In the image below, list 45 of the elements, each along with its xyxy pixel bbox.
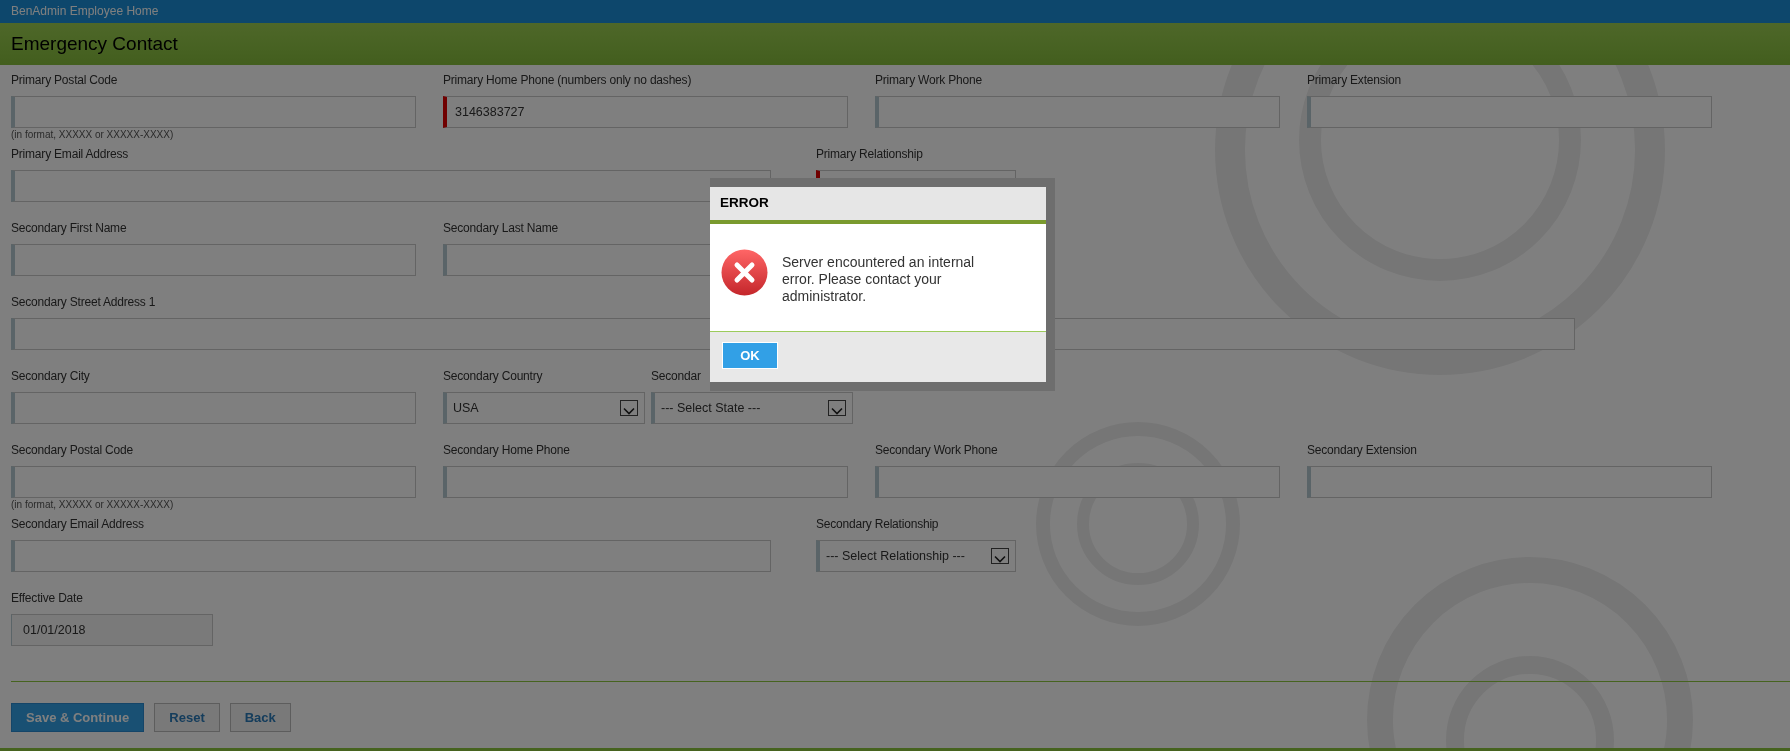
field-label: Primary Home Phone (numbers only no dashes) bbox=[443, 72, 692, 89]
ok-button[interactable]: OK bbox=[722, 342, 778, 369]
input-field[interactable] bbox=[1307, 466, 1712, 498]
error-icon bbox=[721, 249, 768, 296]
field-label: Primary Extension bbox=[1307, 72, 1401, 89]
field-label: Secondary Home Phone bbox=[443, 442, 570, 459]
field-label: Primary Relationship bbox=[816, 146, 923, 163]
select-field[interactable]: USA bbox=[443, 392, 645, 424]
field-label: Secondary Email Address bbox=[11, 516, 144, 533]
field-label: Secondary Country bbox=[443, 368, 543, 385]
field-label: Secondar bbox=[651, 368, 701, 385]
input-field[interactable] bbox=[875, 466, 1280, 498]
field-label: Secondary Work Phone bbox=[875, 442, 998, 459]
page-title: Emergency Contact bbox=[0, 23, 1790, 65]
select-field[interactable]: --- Select Relationship --- bbox=[816, 540, 1016, 572]
field-label: Secondary Relationship bbox=[816, 516, 939, 533]
input-field[interactable] bbox=[443, 466, 848, 498]
input-field[interactable] bbox=[1307, 96, 1712, 128]
input-field[interactable] bbox=[11, 392, 416, 424]
input-field[interactable]: 3146383727 bbox=[443, 96, 848, 128]
field-label: Secondary Last Name bbox=[443, 220, 558, 237]
field-label: Secondary City bbox=[11, 368, 90, 385]
app-title: BenAdmin Employee Home bbox=[0, 0, 1790, 23]
select-field[interactable]: --- Select State --- bbox=[651, 392, 853, 424]
form-button[interactable]: Reset bbox=[154, 703, 220, 732]
format-hint: (in format, XXXXX or XXXXX-XXXX) bbox=[11, 499, 175, 511]
format-hint: (in format, XXXXX or XXXXX-XXXX) bbox=[11, 129, 175, 141]
input-field[interactable] bbox=[11, 466, 416, 498]
input-field[interactable] bbox=[11, 244, 416, 276]
date-field[interactable]: 01/01/2018 bbox=[11, 614, 213, 646]
field-label: Primary Postal Code bbox=[11, 72, 118, 89]
field-label: Secondary Street Address 1 bbox=[11, 294, 156, 311]
field-label: Primary Work Phone bbox=[875, 72, 982, 89]
field-label: Effective Date bbox=[11, 590, 83, 607]
error-message: Server encountered an internal error. Please contact your administrator. bbox=[782, 253, 976, 305]
input-field[interactable] bbox=[11, 540, 771, 572]
form-button[interactable]: Save & Continue bbox=[11, 703, 145, 732]
input-field[interactable] bbox=[875, 96, 1280, 128]
dialog-title: ERROR bbox=[720, 194, 769, 213]
form-button[interactable]: Back bbox=[229, 703, 291, 732]
input-field[interactable] bbox=[11, 96, 416, 128]
field-label: Secondary Postal Code bbox=[11, 442, 133, 459]
field-label: Primary Email Address bbox=[11, 146, 129, 163]
field-label: Secondary First Name bbox=[11, 220, 127, 237]
field-label: Secondary Extension bbox=[1307, 442, 1417, 459]
